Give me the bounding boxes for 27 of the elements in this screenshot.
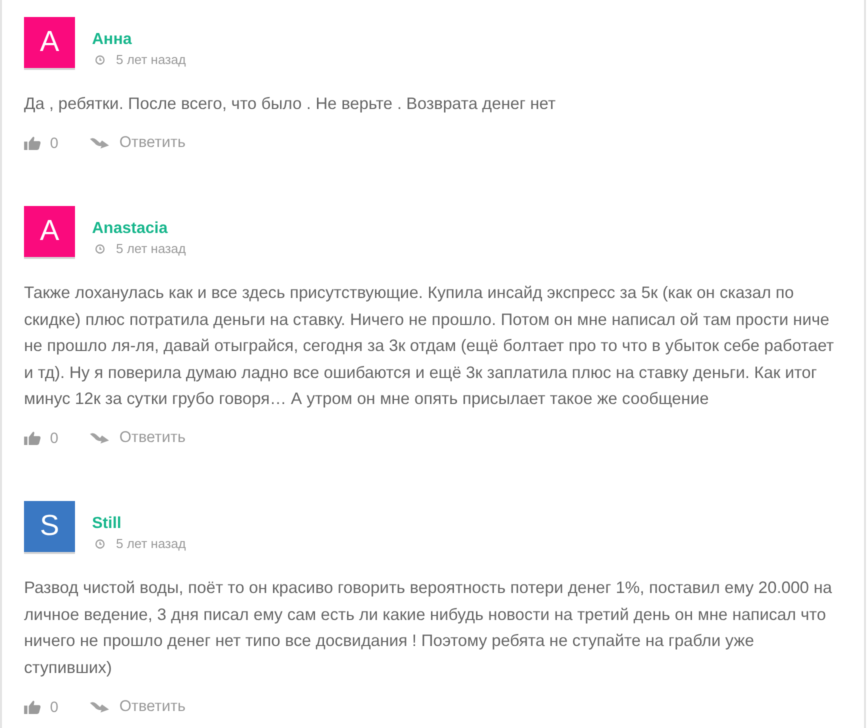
like-count: 0 (50, 134, 58, 152)
clock-icon (95, 54, 105, 64)
clock-icon (95, 244, 105, 254)
author-name[interactable]: Still (92, 515, 186, 534)
clock-icon (95, 538, 105, 549)
author-name[interactable]: Anastacia (92, 220, 186, 238)
comment-text: Развод чистой воды, поёт то он красиво говорить вероятность потери денег 1%, поставил ему 20.000 на личное ведение, 3 дня писал ему сам есть ли какие нибудь новости на третий день он мне написал что ничего не прошло денег нет типо все досвидания ! Поэтому ребята не ступайте на грабли уже ступивших) (24, 577, 834, 679)
reply-arrow-icon[interactable] (90, 700, 110, 714)
comment-time: 5 лет назад (116, 536, 186, 552)
like-count: 0 (50, 698, 58, 716)
reply-link[interactable]: Ответить (119, 134, 186, 152)
like-count: 0 (50, 430, 58, 447)
thumbs-up-icon[interactable] (24, 700, 41, 714)
avatar: S (24, 501, 75, 554)
reply-arrow-icon[interactable] (90, 431, 110, 446)
reply-link[interactable]: Ответить (119, 698, 186, 716)
avatar: A (24, 206, 75, 260)
comment-time: 5 лет назад (116, 241, 186, 256)
reply-arrow-icon[interactable] (90, 136, 110, 150)
comment-time: 5 лет назад (116, 52, 186, 67)
thumbs-up-icon[interactable] (24, 136, 41, 150)
avatar: A (24, 17, 75, 70)
reply-link[interactable]: Ответить (119, 429, 186, 448)
comment-text: Да , ребятки. После всего, что было . Не верьте . Возврата денег нет (24, 93, 557, 115)
thumbs-up-icon[interactable] (24, 431, 41, 446)
author-name[interactable]: Анна (92, 31, 186, 49)
comment-text: Также лоханулась как и все здесь присутствующие. Купила инсайд экспресс за 5к (как он сказал по скидке) плюс потратила деньги на ставку. Ничего не прошло. Потом он мне написал ой там прости ниче не прошло ля-ля, давай отыграйся, сегодня за 3к отдам (ещё болтает про то что в убыток себе работает и тд). Ну я поверила думаю ладно все ошибаются и ещё 3к заплатила плюс на ставку деньги. Как итог минус 12к за сутки грубо говоря… А утром он мне опять присылает такое же сообщение (24, 282, 835, 410)
